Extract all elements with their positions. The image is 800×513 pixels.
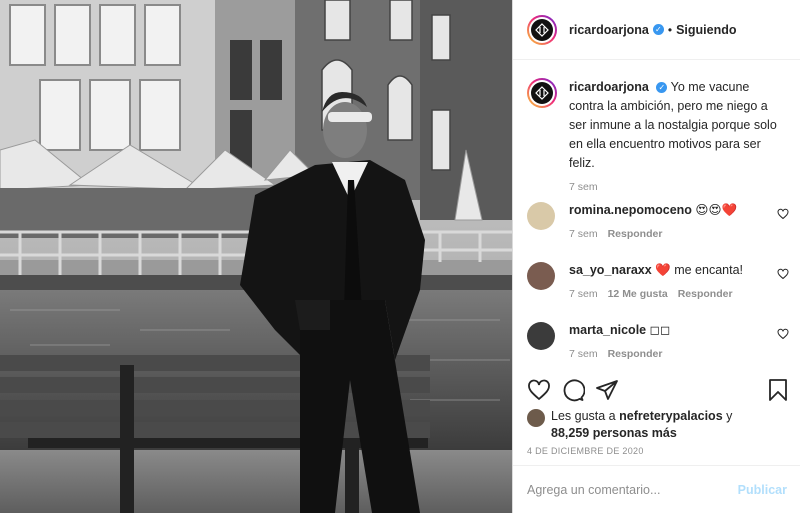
- commenter-avatar[interactable]: [527, 322, 555, 350]
- photo-illustration: [0, 0, 512, 513]
- comment-text: 😍😍❤️: [695, 203, 738, 217]
- comment-username[interactable]: marta_nicole: [569, 323, 646, 337]
- comment-like-heart-icon[interactable]: [777, 208, 789, 220]
- author-username[interactable]: ricardoarjona: [569, 23, 649, 37]
- comment-time[interactable]: 7 sem: [569, 348, 598, 360]
- comment-input[interactable]: Agrega un comentario...: [527, 483, 738, 497]
- post-caption: ricardoarjona ✓ Yo me vacune contra la a…: [513, 60, 800, 173]
- ra-logo-icon: [535, 86, 549, 100]
- author-avatar[interactable]: [527, 14, 557, 45]
- comment-bubble-icon[interactable]: [561, 378, 585, 402]
- verified-badge-icon: ✓: [652, 24, 664, 35]
- caption-author-avatar[interactable]: [527, 78, 557, 108]
- post-date[interactable]: 4 DE DICIEMBRE DE 2020: [527, 446, 644, 456]
- likes-prefix: Les gusta a: [551, 409, 616, 423]
- reply-button[interactable]: Responder: [678, 288, 733, 300]
- comment-text: ◻◻: [649, 323, 671, 337]
- comment-item: romina.nepomoceno 😍😍❤️ 7 sem Responder: [527, 202, 789, 240]
- caption-username[interactable]: ricardoarjona: [569, 80, 649, 94]
- liker-avatar[interactable]: [527, 409, 545, 427]
- ra-logo-icon: [535, 22, 549, 37]
- publish-button[interactable]: Publicar: [738, 483, 787, 497]
- comment-like-heart-icon[interactable]: [777, 328, 789, 340]
- heart-icon[interactable]: [527, 378, 551, 402]
- add-comment-bar: Agrega un comentario... Publicar: [513, 465, 800, 513]
- caption-time: 7 sem: [569, 181, 598, 193]
- likes-count[interactable]: 88,259 personas más: [551, 426, 677, 440]
- comment-text: ❤️ me encanta!: [655, 263, 744, 277]
- comment-like-heart-icon[interactable]: [777, 268, 789, 280]
- commenter-avatar[interactable]: [527, 202, 555, 230]
- liker-username[interactable]: nefreterypalacios: [619, 409, 723, 423]
- bookmark-icon[interactable]: [767, 378, 789, 402]
- instagram-post: ricardoarjona ✓ • Siguiendo ricardoarjon…: [0, 0, 800, 513]
- paper-plane-icon[interactable]: [595, 378, 619, 402]
- caption-text-block: ricardoarjona ✓ Yo me vacune contra la a…: [569, 78, 779, 173]
- commenter-avatar[interactable]: [527, 262, 555, 290]
- comment-username[interactable]: sa_yo_naraxx: [569, 263, 652, 277]
- comment-time[interactable]: 7 sem: [569, 288, 598, 300]
- likes-summary: Les gusta a nefreterypalacios y 88,259 p…: [527, 408, 732, 442]
- comment-likes-count[interactable]: 12 Me gusta: [608, 288, 668, 300]
- post-action-bar: [527, 378, 789, 404]
- verified-badge-icon: ✓: [656, 82, 668, 94]
- comment-time[interactable]: 7 sem: [569, 228, 598, 240]
- comment-username[interactable]: romina.nepomoceno: [569, 203, 692, 217]
- separator-dot: •: [667, 22, 673, 37]
- comment-item: sa_yo_naraxx ❤️ me encanta! 7 sem 12 Me g…: [527, 262, 789, 300]
- post-side-panel: ricardoarjona ✓ • Siguiendo ricardoarjon…: [512, 0, 800, 513]
- reply-button[interactable]: Responder: [608, 228, 663, 240]
- post-header: ricardoarjona ✓ • Siguiendo: [513, 0, 800, 60]
- reply-button[interactable]: Responder: [608, 348, 663, 360]
- post-photo[interactable]: [0, 0, 512, 513]
- comment-item: marta_nicole ◻◻ 7 sem Responder: [527, 322, 789, 360]
- likes-connector: y: [726, 409, 733, 423]
- following-button[interactable]: Siguiendo: [676, 23, 736, 37]
